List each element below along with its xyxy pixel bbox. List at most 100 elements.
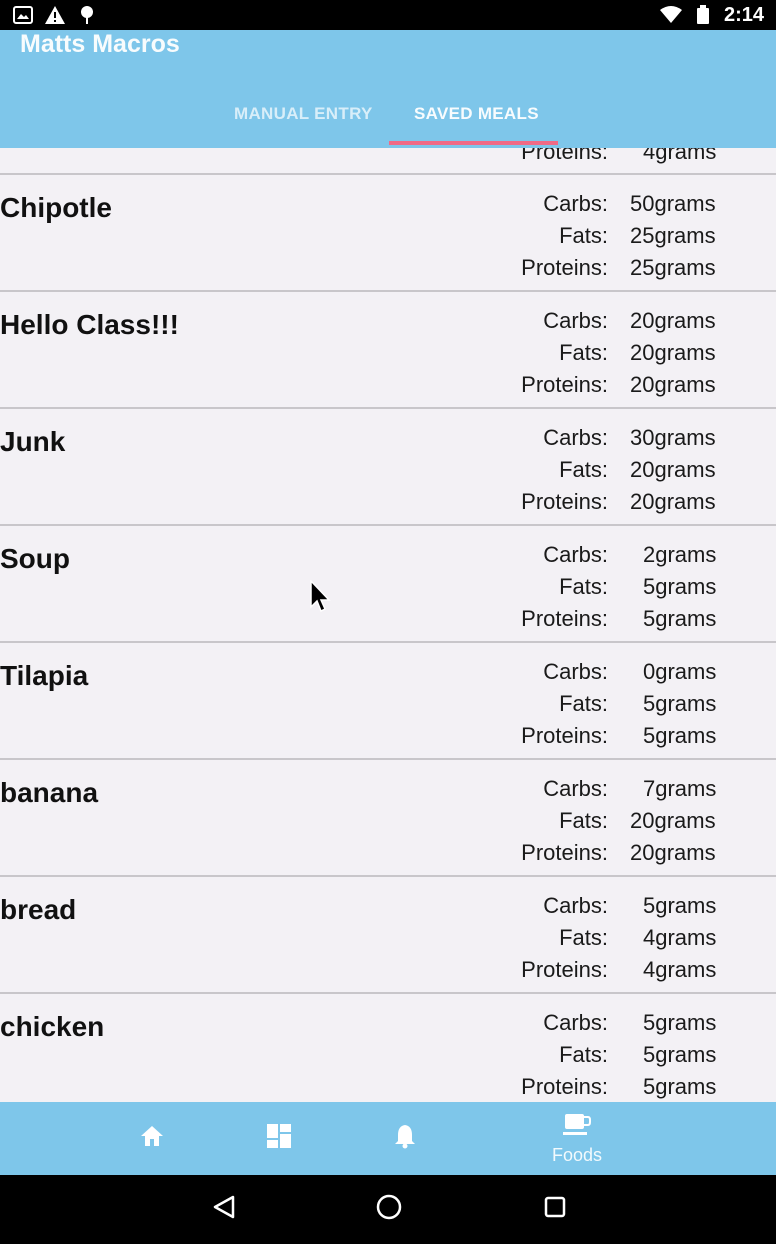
macro-value-carbs: 5grams	[643, 893, 717, 918]
macro-value-fats: 5grams	[643, 691, 717, 716]
battery-icon	[692, 4, 714, 26]
gallery-icon	[12, 4, 34, 26]
meal-name: banana	[0, 777, 99, 808]
macro-label-fats: Fats:	[559, 808, 608, 833]
app-header: Matts Macros MANUAL ENTRY SAVED MEALS	[0, 30, 776, 148]
macro-label-proteins: Proteins:	[521, 606, 608, 631]
macro-value-fats: 20grams	[630, 340, 716, 365]
macro-label-carbs: Carbs:	[543, 308, 608, 333]
system-navigation-bar	[0, 1175, 776, 1244]
meal-name: bread	[0, 894, 77, 925]
tab-manual-entry[interactable]: MANUAL ENTRY	[234, 104, 373, 124]
macro-value-fats: 25grams	[630, 223, 716, 248]
macro-label-fats: Fats:	[559, 340, 608, 365]
macro-value-carbs: 0grams	[643, 659, 717, 684]
macro-value-carbs: 20grams	[630, 308, 716, 333]
macro-value-fats: 5grams	[643, 574, 717, 599]
meal-list: Chipotle Carbs: 50grams Fats: 25grams Protein…	[0, 175, 776, 1102]
macro-label-carbs: Carbs:	[543, 893, 608, 918]
macro-value-proteins: 5grams	[643, 723, 717, 748]
dashboard-icon	[266, 1123, 292, 1154]
macro-label-fats: Fats:	[559, 223, 608, 248]
macro-label-proteins: Proteins:	[521, 957, 608, 982]
macro-value-fats: 20grams	[630, 457, 716, 482]
home-circle-icon	[375, 1193, 403, 1226]
macro-label-proteins: Proteins:	[521, 1074, 608, 1099]
nav-notifications-button[interactable]	[375, 1102, 435, 1175]
macro-label-proteins: Proteins:	[521, 489, 608, 514]
meal-name: Tilapia	[0, 660, 89, 691]
macro-value-proteins: 25grams	[630, 255, 716, 280]
macro-label-proteins: Proteins:	[521, 255, 608, 280]
macro-label-fats: Fats:	[559, 457, 608, 482]
macro-label-carbs: Carbs:	[543, 659, 608, 684]
macro-value-proteins: 5grams	[643, 606, 717, 631]
macro-value-proteins: 20grams	[630, 489, 716, 514]
mouse-cursor-icon	[310, 579, 332, 619]
coffee-cup-icon	[562, 1112, 592, 1143]
macro-label-proteins: Proteins:	[521, 840, 608, 865]
wifi-icon	[659, 4, 682, 26]
macro-value-carbs: 5grams	[643, 1010, 717, 1035]
macro-value-proteins: 20grams	[630, 372, 716, 397]
list-item[interactable]: Hello Class!!! Carbs: 20grams Fats: 20grams P…	[0, 292, 776, 409]
meal-name: Soup	[0, 543, 70, 574]
app-title: Matts Macros	[20, 30, 180, 58]
macro-label-fats: Fats:	[559, 691, 608, 716]
macro-value-fats: 5grams	[643, 1042, 717, 1067]
macro-label-carbs: Carbs:	[543, 425, 608, 450]
status-icons-right: 2:14	[659, 3, 764, 27]
macro-label-carbs: Carbs:	[543, 191, 608, 216]
recents-button[interactable]	[525, 1175, 585, 1244]
macro-value-carbs: 7grams	[643, 776, 717, 801]
bottom-navigation: Foods	[0, 1102, 776, 1175]
saved-meals-list[interactable]: Proteins: 4grams Chipotle Carbs: 50grams Fa…	[0, 148, 776, 1102]
macro-label-carbs: Carbs:	[543, 542, 608, 567]
nav-home-button[interactable]	[122, 1102, 182, 1175]
bell-icon	[393, 1123, 417, 1154]
meal-name: chicken	[0, 1011, 105, 1042]
macro-value-proteins: 5grams	[643, 1074, 717, 1099]
tab-saved-meals[interactable]: SAVED MEALS	[414, 104, 539, 124]
meal-name: Hello Class!!!	[0, 309, 179, 340]
macro-label-proteins: Proteins:	[521, 723, 608, 748]
status-icons-left	[12, 4, 98, 26]
macro-label-carbs: Carbs:	[543, 776, 608, 801]
macro-value-fats: 20grams	[630, 808, 716, 833]
back-icon	[211, 1194, 237, 1225]
macro-label-fats: Fats:	[559, 925, 608, 950]
list-item[interactable]: Tilapia Carbs: 0grams Fats: 5grams Proteins: 5…	[0, 643, 776, 760]
back-button[interactable]	[194, 1175, 254, 1244]
status-time: 2:14	[723, 3, 764, 26]
list-item[interactable]: Junk Carbs: 30grams Fats: 20grams Proteins: 20…	[0, 409, 776, 526]
list-item-partial[interactable]: Proteins: 4grams	[0, 148, 776, 175]
macro-value-carbs: 50grams	[630, 191, 716, 216]
list-item[interactable]: bread Carbs: 5grams Fats: 4grams Proteins: 4gr…	[0, 877, 776, 994]
list-item[interactable]: banana Carbs: 7grams Fats: 20grams Proteins: 2…	[0, 760, 776, 877]
macro-label-proteins: Proteins:	[521, 148, 608, 164]
macro-value-proteins: 4grams	[643, 957, 717, 982]
nav-foods-button[interactable]: Foods	[537, 1102, 617, 1175]
macro-value-proteins: 20grams	[630, 840, 716, 865]
home-system-button[interactable]	[359, 1175, 419, 1244]
warning-icon	[44, 4, 66, 26]
active-tab-indicator	[389, 141, 558, 145]
status-bar: 2:14	[0, 0, 776, 30]
list-item[interactable]: chicken Carbs: 5grams Fats: 5grams Proteins: 5…	[0, 994, 776, 1102]
meal-name: Chipotle	[0, 192, 112, 223]
list-item[interactable]: Chipotle Carbs: 50grams Fats: 25grams Protein…	[0, 175, 776, 292]
location-pin-icon	[76, 4, 98, 26]
macro-value-fats: 4grams	[643, 925, 717, 950]
nav-foods-label: Foods	[551, 1144, 603, 1165]
macro-label-fats: Fats:	[559, 574, 608, 599]
list-item[interactable]: Soup Carbs: 2grams Fats: 5grams Proteins: 5gra…	[0, 526, 776, 643]
macro-label-proteins: Proteins:	[521, 372, 608, 397]
nav-dashboard-button[interactable]	[249, 1102, 309, 1175]
home-icon	[139, 1124, 165, 1153]
macro-value-proteins: 4grams	[643, 148, 717, 164]
macro-value-carbs: 30grams	[630, 425, 716, 450]
macro-label-fats: Fats:	[559, 1042, 608, 1067]
macro-value-carbs: 2grams	[643, 542, 717, 567]
meal-name: Junk	[0, 426, 66, 457]
macro-label-carbs: Carbs:	[543, 1010, 608, 1035]
